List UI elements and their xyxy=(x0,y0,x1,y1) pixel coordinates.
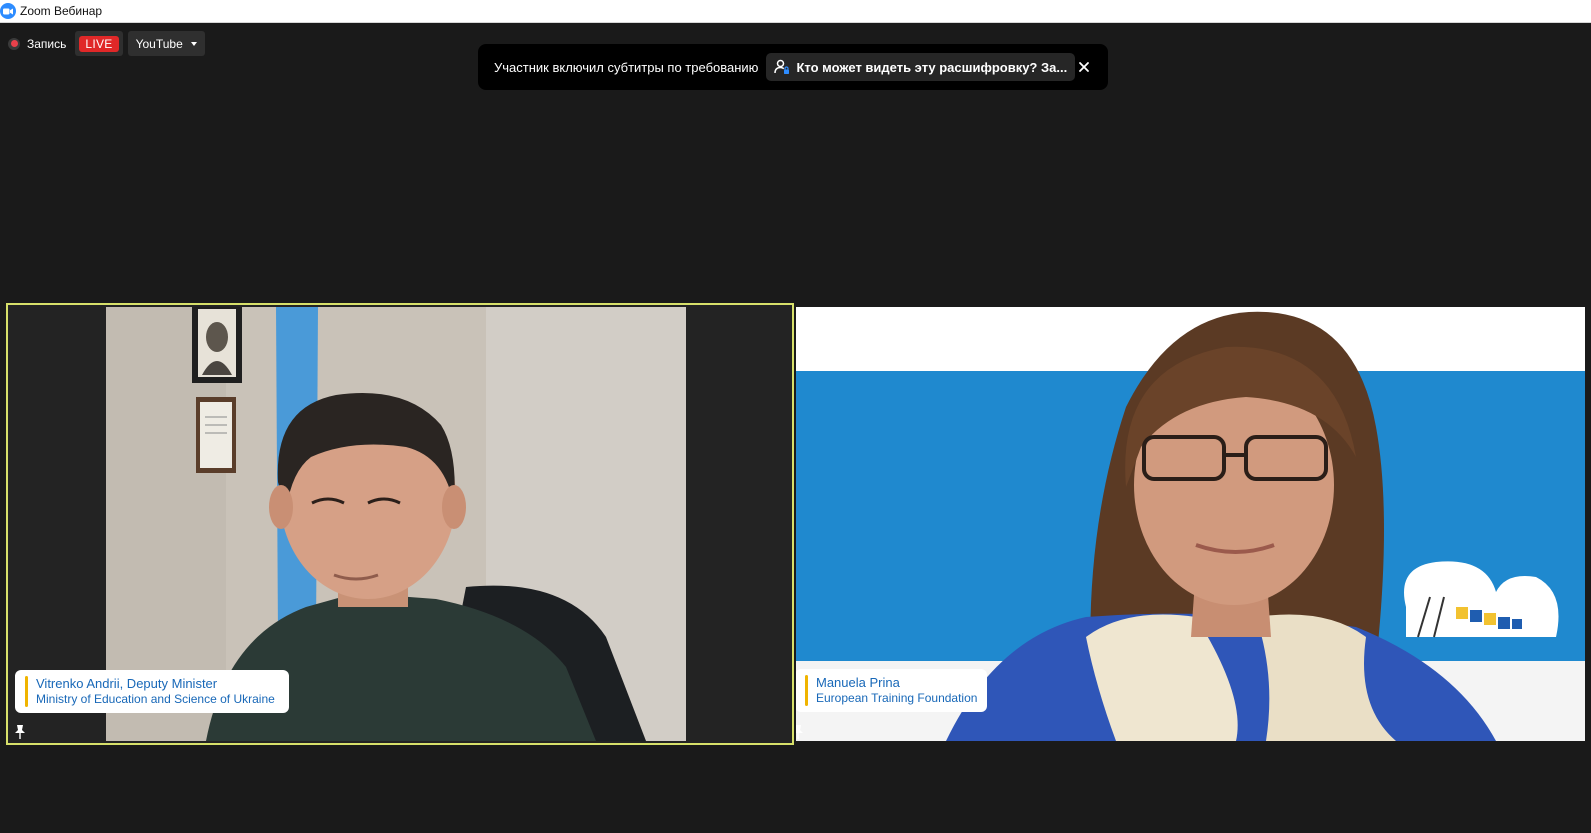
captions-notification-banner: Участник включил субтитры по требованию … xyxy=(478,44,1108,90)
person-lock-icon xyxy=(774,59,790,74)
participant-nametag: Vitrenko Andrii, Deputy Minister Ministr… xyxy=(15,670,289,713)
recording-controls: Запись LIVE YouTube xyxy=(8,31,205,56)
window-title: Zoom Вебинар xyxy=(20,4,103,18)
banner-message: Участник включил субтитры по требованию xyxy=(494,59,759,75)
participant-name: Vitrenko Andrii, Deputy Minister xyxy=(36,676,218,691)
live-badge: LIVE xyxy=(79,35,119,52)
transcript-visibility-link[interactable]: Кто может видеть эту расшифровку? За... xyxy=(766,53,1076,81)
video-tile-participant[interactable]: Manuela Prina European Training Foundati… xyxy=(796,307,1585,741)
banner-link-text: Кто может видеть эту расшифровку? За... xyxy=(796,59,1068,75)
chevron-down-icon xyxy=(190,41,197,46)
nametag-accent-bar xyxy=(805,675,808,706)
pin-icon[interactable] xyxy=(14,725,26,739)
participant-organization: European Training Foundation xyxy=(816,691,978,705)
participant-name: Manuela Prina xyxy=(816,675,900,690)
recording-label: Запись xyxy=(27,36,67,51)
stream-target-label: YouTube xyxy=(135,36,183,51)
live-indicator[interactable]: LIVE xyxy=(75,31,123,56)
stream-target-dropdown[interactable]: YouTube xyxy=(127,31,205,56)
video-tile-active-speaker[interactable]: Vitrenko Andrii, Deputy Minister Ministr… xyxy=(6,303,794,745)
participant-organization: Ministry of Education and Science of Ukr… xyxy=(36,692,275,706)
pin-icon[interactable] xyxy=(796,725,804,739)
recording-icon xyxy=(8,37,20,50)
window-titlebar: Zoom Вебинар xyxy=(0,0,1591,23)
close-icon[interactable] xyxy=(1078,61,1090,73)
zoom-logo-icon xyxy=(0,3,16,19)
nametag-accent-bar xyxy=(25,676,28,707)
participant-nametag: Manuela Prina European Training Foundati… xyxy=(796,669,988,712)
